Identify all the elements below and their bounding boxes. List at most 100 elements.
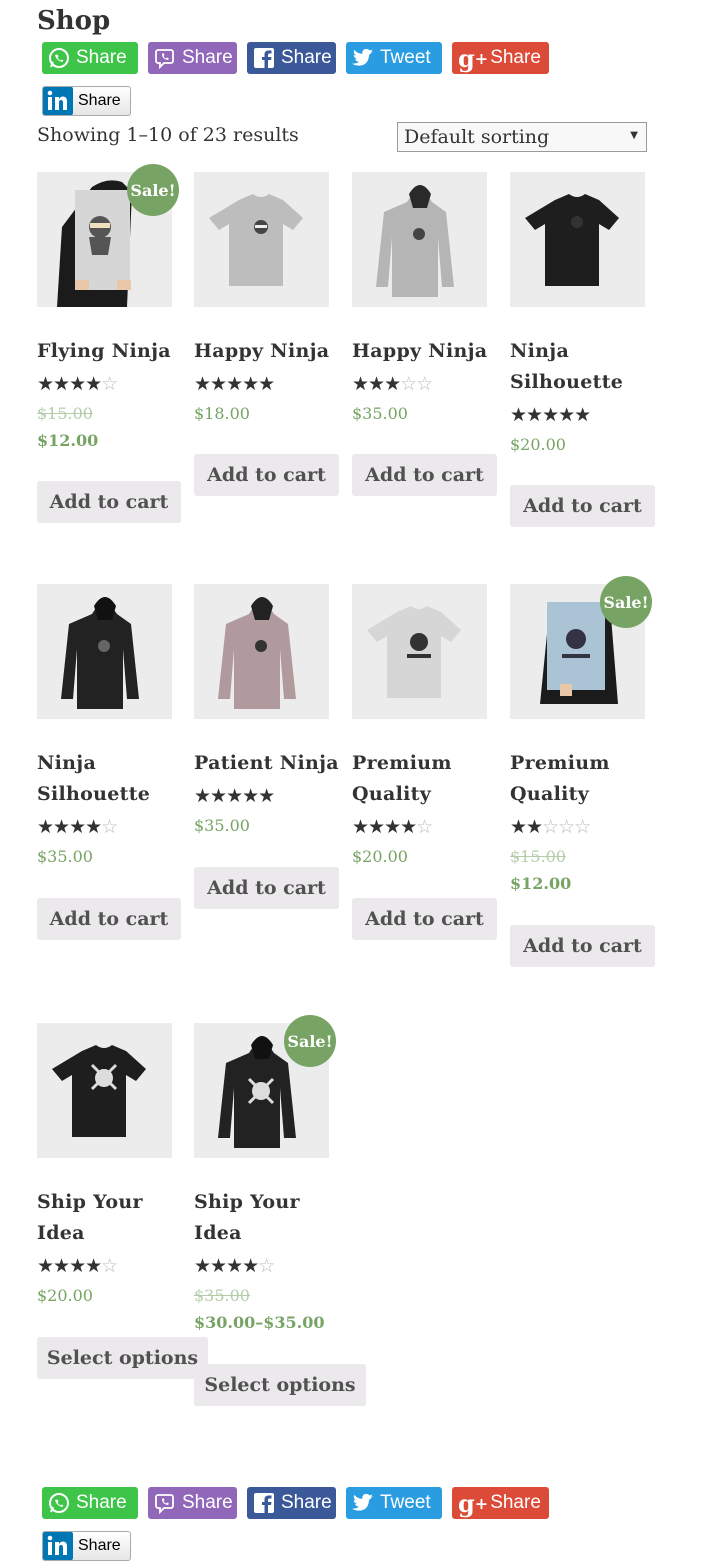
product-image-premium-quality-tshirt[interactable] (352, 584, 487, 719)
product-title[interactable]: Ship Your Idea (194, 1187, 344, 1249)
sale-badge: Sale! (127, 164, 179, 216)
linkedin-share-label: Share (78, 92, 121, 109)
facebook-icon (253, 1492, 275, 1514)
product-title[interactable]: Happy Ninja (194, 336, 344, 367)
add-to-cart-button[interactable]: Add to cart (37, 481, 181, 523)
viber-share-label: Share (182, 1492, 233, 1513)
select-options-button[interactable]: Select options (37, 1337, 208, 1379)
sale-price: $12.00 (510, 874, 572, 893)
viber-share-button[interactable]: Share (148, 42, 237, 74)
whatsapp-share-button[interactable]: Share (42, 1487, 138, 1519)
white-tshirt-icon (352, 584, 487, 719)
viber-icon (154, 47, 176, 69)
twitter-bird-icon (352, 48, 374, 68)
twitter-tweet-label: Tweet (380, 47, 431, 68)
product-title[interactable]: Ninja Silhouette (510, 336, 660, 398)
star-rating: ★★★★★ (194, 785, 275, 807)
star-rating: ★★★★☆ (194, 1255, 275, 1277)
add-to-cart-button[interactable]: Add to cart (194, 454, 339, 496)
add-to-cart-button[interactable]: Add to cart (194, 867, 339, 909)
sale-badge: Sale! (284, 1015, 336, 1067)
add-to-cart-button[interactable]: Add to cart (352, 898, 497, 940)
facebook-share-button[interactable]: Share (247, 42, 336, 74)
product-image-ship-your-idea-tshirt[interactable] (37, 1023, 172, 1158)
star-rating: ★★★★★ (510, 404, 591, 426)
black-tshirt-skull-icon (37, 1023, 172, 1158)
dropdown-caret-icon: ▼ (630, 130, 638, 141)
grey-hoodie-icon (352, 172, 487, 307)
linkedin-icon (43, 1532, 73, 1560)
linkedin-share-button[interactable]: Share (42, 86, 131, 116)
whatsapp-icon (48, 47, 70, 69)
product-title[interactable]: Premium Quality (510, 748, 660, 810)
price: $35.00 (352, 404, 408, 423)
facebook-icon (253, 47, 275, 69)
star-rating: ★★★★☆ (37, 373, 118, 395)
viber-share-label: Share (182, 47, 233, 68)
star-rating: ★★★★☆ (37, 816, 118, 838)
add-to-cart-button[interactable]: Add to cart (37, 898, 181, 940)
product-title[interactable]: Premium Quality (352, 748, 502, 810)
price: $20.00 (352, 847, 408, 866)
star-rating: ★★☆☆☆ (510, 816, 591, 838)
regular-price: $15.00 (510, 847, 566, 866)
black-hoodie-icon (37, 584, 172, 719)
twitter-tweet-button[interactable]: Tweet (346, 1487, 442, 1519)
linkedin-share-button[interactable]: Share (42, 1531, 131, 1561)
select-options-button[interactable]: Select options (194, 1364, 366, 1406)
linkedin-share-label: Share (78, 1537, 121, 1554)
regular-price: $35.00 (194, 1286, 250, 1305)
twitter-bird-icon (352, 1493, 374, 1513)
page-title: Shop (37, 6, 111, 36)
whatsapp-share-button[interactable]: Share (42, 42, 138, 74)
googleplus-share-label: Share (490, 47, 541, 68)
star-rating: ★★★☆☆ (352, 373, 433, 395)
grey-tshirt-icon (194, 172, 329, 307)
facebook-share-label: Share (281, 47, 332, 68)
product-title[interactable]: Happy Ninja (352, 336, 502, 367)
product-image-happy-ninja-hoodie[interactable] (352, 172, 487, 307)
googleplus-share-button[interactable]: g + Share (452, 42, 549, 74)
price: $35.00 (37, 847, 93, 866)
product-image-happy-ninja-tshirt[interactable] (194, 172, 329, 307)
black-tshirt-icon (510, 172, 645, 307)
product-image-ninja-silhouette-hoodie[interactable] (37, 584, 172, 719)
product-image-patient-ninja[interactable] (194, 584, 329, 719)
facebook-share-button[interactable]: Share (247, 1487, 336, 1519)
product-title[interactable]: Patient Ninja (194, 748, 344, 779)
twitter-tweet-button[interactable]: Tweet (346, 42, 442, 74)
googleplus-icon: g + (458, 1488, 489, 1518)
sorting-select[interactable]: Default sorting ▼ (397, 122, 647, 152)
add-to-cart-button[interactable]: Add to cart (510, 925, 655, 967)
regular-price: $15.00 (37, 404, 93, 423)
whatsapp-icon (48, 1492, 70, 1514)
star-rating: ★★★★★ (194, 373, 275, 395)
googleplus-share-label: Share (490, 1492, 541, 1513)
price: $20.00 (510, 435, 566, 454)
sale-badge: Sale! (600, 576, 652, 628)
star-rating: ★★★★☆ (37, 1255, 118, 1277)
price: $35.00 (194, 816, 250, 835)
googleplus-icon: g + (458, 43, 489, 73)
facebook-share-label: Share (281, 1492, 332, 1513)
product-title[interactable]: Flying Ninja (37, 336, 187, 367)
googleplus-share-button[interactable]: g + Share (452, 1487, 549, 1519)
product-image-ninja-silhouette-tshirt[interactable] (510, 172, 645, 307)
viber-icon (154, 1492, 176, 1514)
add-to-cart-button[interactable]: Add to cart (510, 485, 655, 527)
twitter-tweet-label: Tweet (380, 1492, 431, 1513)
whatsapp-share-label: Share (76, 1492, 127, 1513)
result-count: Showing 1–10 of 23 results (37, 124, 299, 146)
linkedin-icon (43, 87, 73, 115)
sale-price: $30.00–$35.00 (194, 1313, 325, 1332)
sorting-selected-value: Default sorting (404, 126, 550, 148)
whatsapp-share-label: Share (76, 47, 127, 68)
price: $20.00 (37, 1286, 93, 1305)
add-to-cart-button[interactable]: Add to cart (352, 454, 497, 496)
sale-price: $12.00 (37, 431, 99, 450)
pink-hoodie-icon (194, 584, 329, 719)
viber-share-button[interactable]: Share (148, 1487, 237, 1519)
product-title[interactable]: Ship Your Idea (37, 1187, 187, 1249)
star-rating: ★★★★☆ (352, 816, 433, 838)
product-title[interactable]: Ninja Silhouette (37, 748, 187, 810)
